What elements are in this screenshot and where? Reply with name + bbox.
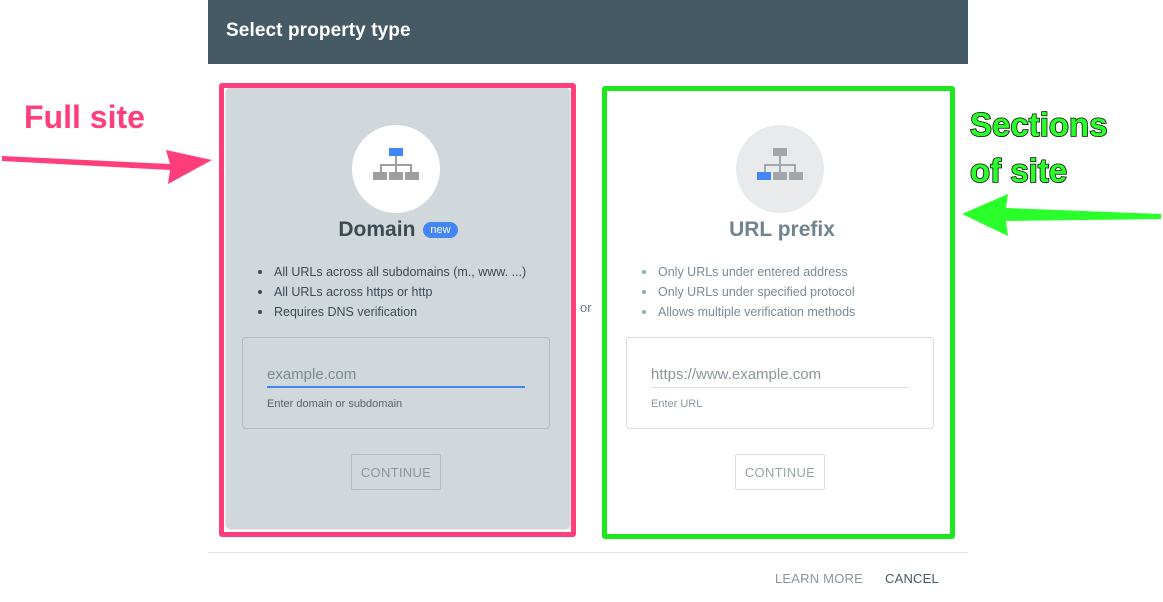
green-arrow-icon	[962, 194, 1161, 236]
sections-highlight-frame	[602, 86, 955, 539]
sections-annotation-line2: of site	[969, 151, 1068, 190]
screenshot-stage: Select property type Domain new All URLs …	[0, 0, 1163, 602]
full-site-highlight-frame	[219, 83, 576, 537]
dialog-header: Select property type	[208, 0, 968, 64]
sections-annotation-line1: Sections	[969, 105, 1108, 144]
sections-of-site-annotation: Sections of site	[969, 102, 1108, 194]
or-separator: or	[580, 300, 592, 315]
footer-divider	[208, 552, 968, 553]
dialog-title: Select property type	[226, 20, 411, 41]
pink-arrow-icon	[2, 150, 212, 184]
learn-more-button[interactable]: LEARN MORE	[775, 571, 863, 586]
cancel-button[interactable]: CANCEL	[885, 571, 939, 586]
